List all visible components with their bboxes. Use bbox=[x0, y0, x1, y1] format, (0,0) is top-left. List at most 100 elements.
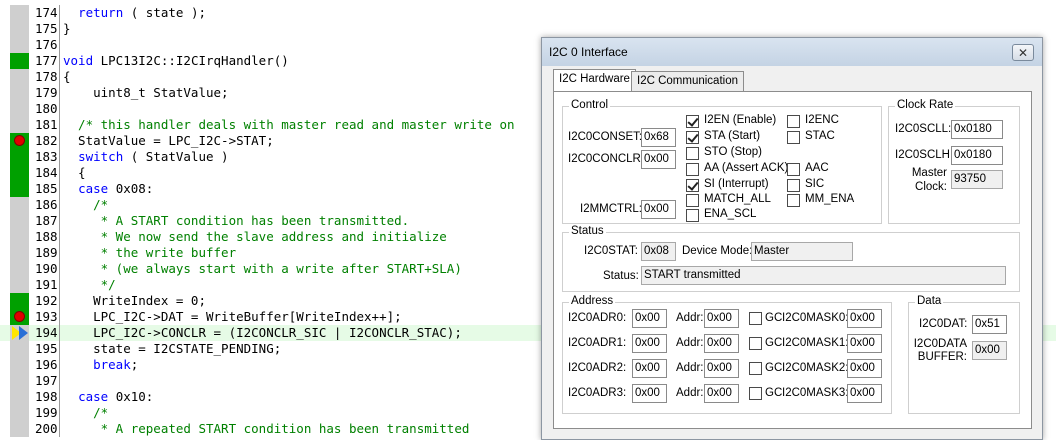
adr2-field[interactable]: 0x00 bbox=[632, 359, 667, 378]
mm-ena-checkbox[interactable] bbox=[787, 194, 800, 207]
sclh-field[interactable]: 0x0180 bbox=[951, 146, 1003, 165]
mask3-field[interactable]: 0x00 bbox=[847, 384, 882, 403]
addr1-field[interactable]: 0x00 bbox=[704, 334, 739, 353]
coverage-gutter[interactable] bbox=[10, 277, 29, 293]
match-all-checkbox[interactable] bbox=[686, 194, 699, 207]
stac-checkbox[interactable] bbox=[787, 131, 800, 144]
sta-checkbox[interactable] bbox=[686, 131, 699, 144]
line-number: 182 bbox=[35, 133, 58, 148]
gc3-checkbox[interactable] bbox=[749, 387, 762, 400]
coverage-gutter[interactable] bbox=[10, 165, 29, 181]
aa-checkbox[interactable] bbox=[686, 163, 699, 176]
coverage-gutter[interactable] bbox=[10, 85, 29, 101]
tab-i2c-hardware[interactable]: I2C Hardware bbox=[553, 69, 636, 91]
dialog-titlebar[interactable]: I2C 0 Interface ✕ bbox=[542, 38, 1042, 66]
clock-rate-group-title: Clock Rate bbox=[895, 99, 956, 111]
coverage-gutter[interactable] bbox=[10, 37, 29, 53]
code-text: */ bbox=[63, 277, 116, 292]
line-number: 194 bbox=[35, 325, 58, 340]
mask1-field[interactable]: 0x00 bbox=[847, 334, 882, 353]
code-text: /* this handler deals with master read a… bbox=[63, 117, 515, 132]
coverage-gutter[interactable] bbox=[10, 149, 29, 165]
addr3-field[interactable]: 0x00 bbox=[704, 384, 739, 403]
status-value: START transmitted bbox=[641, 266, 1006, 285]
coverage-gutter[interactable] bbox=[10, 53, 29, 69]
code-text: state = I2CSTATE_PENDING; bbox=[63, 341, 282, 356]
line-number: 193 bbox=[35, 309, 58, 324]
coverage-gutter[interactable] bbox=[10, 357, 29, 373]
coverage-gutter[interactable] bbox=[10, 181, 29, 197]
adr3-field[interactable]: 0x00 bbox=[632, 384, 667, 403]
coverage-gutter[interactable] bbox=[10, 213, 29, 229]
code-text: /* bbox=[63, 405, 109, 420]
sic-checkbox[interactable] bbox=[787, 179, 800, 192]
master-clock-label-2: Clock: bbox=[915, 181, 947, 193]
sic-label: SIC bbox=[805, 178, 825, 190]
aac-checkbox[interactable] bbox=[787, 163, 800, 176]
addr0-label: Addr: bbox=[676, 312, 704, 324]
coverage-gutter[interactable] bbox=[10, 245, 29, 261]
coverage-gutter[interactable] bbox=[10, 5, 29, 21]
gc2-checkbox[interactable] bbox=[749, 362, 762, 375]
addr2-field[interactable]: 0x00 bbox=[704, 359, 739, 378]
tab-i2c-communication[interactable]: I2C Communication bbox=[631, 71, 744, 91]
line-number: 177 bbox=[35, 53, 58, 68]
coverage-gutter[interactable] bbox=[10, 405, 29, 421]
gc0-checkbox[interactable] bbox=[749, 312, 762, 325]
control-group-title: Control bbox=[569, 99, 611, 111]
code-line[interactable]: 175} bbox=[0, 21, 1056, 37]
coverage-gutter[interactable] bbox=[10, 325, 29, 341]
dat-label: I2C0DAT: bbox=[919, 318, 968, 330]
coverage-gutter[interactable] bbox=[10, 197, 29, 213]
code-text: * (we always start with a write after ST… bbox=[63, 261, 462, 276]
coverage-gutter[interactable] bbox=[10, 373, 29, 389]
coverage-gutter[interactable] bbox=[10, 293, 29, 309]
dat-field[interactable]: 0x51 bbox=[972, 315, 1007, 334]
code-text: return ( state ); bbox=[78, 5, 207, 20]
i2en-checkbox[interactable] bbox=[686, 115, 699, 128]
coverage-gutter[interactable] bbox=[10, 261, 29, 277]
gc1-checkbox[interactable] bbox=[749, 337, 762, 350]
conclr-label: I2C0CONCLR: bbox=[568, 153, 645, 165]
gc1-label: GC bbox=[765, 337, 783, 349]
coverage-gutter[interactable] bbox=[10, 21, 29, 37]
i2enc-checkbox[interactable] bbox=[787, 115, 800, 128]
conset-field[interactable]: 0x68 bbox=[641, 128, 676, 147]
i2en-label: I2EN (Enable) bbox=[704, 114, 777, 126]
si-checkbox[interactable] bbox=[686, 179, 699, 192]
coverage-gutter[interactable] bbox=[10, 421, 29, 437]
coverage-gutter[interactable] bbox=[10, 101, 29, 117]
address-group: Address I2C0ADR0: 0x00 Addr: 0x00 GC I2C… bbox=[562, 295, 892, 414]
mask2-label: I2C0MASK2: bbox=[782, 362, 849, 374]
line-number: 175 bbox=[35, 21, 58, 36]
mmctrl-label: I2MMCTRL: bbox=[580, 203, 642, 215]
line-number: 186 bbox=[35, 197, 58, 212]
mask0-field[interactable]: 0x00 bbox=[847, 309, 882, 328]
breakpoint-icon[interactable] bbox=[14, 135, 25, 146]
mmctrl-field[interactable]: 0x00 bbox=[641, 200, 676, 219]
coverage-gutter[interactable] bbox=[10, 133, 29, 149]
adr0-field[interactable]: 0x00 bbox=[632, 309, 667, 328]
adr1-field[interactable]: 0x00 bbox=[632, 334, 667, 353]
sclh-label: I2C0SCLH: bbox=[895, 149, 954, 161]
line-number: 178 bbox=[35, 69, 58, 84]
addr0-field[interactable]: 0x00 bbox=[704, 309, 739, 328]
breakpoint-icon[interactable] bbox=[14, 311, 25, 322]
coverage-gutter[interactable] bbox=[10, 341, 29, 357]
scll-field[interactable]: 0x0180 bbox=[951, 120, 1003, 139]
coverage-gutter[interactable] bbox=[10, 309, 29, 325]
sto-checkbox[interactable] bbox=[686, 147, 699, 160]
close-button[interactable]: ✕ bbox=[1012, 44, 1034, 61]
coverage-gutter[interactable] bbox=[10, 117, 29, 133]
mask2-field[interactable]: 0x00 bbox=[847, 359, 882, 378]
coverage-gutter[interactable] bbox=[10, 389, 29, 405]
conclr-field[interactable]: 0x00 bbox=[641, 150, 676, 169]
line-number: 190 bbox=[35, 261, 58, 276]
ena-scl-checkbox[interactable] bbox=[686, 209, 699, 222]
coverage-gutter[interactable] bbox=[10, 229, 29, 245]
code-line[interactable]: 174 return ( state ); bbox=[0, 5, 1056, 21]
code-text: StatValue = LPC_I2C->STAT; bbox=[63, 133, 274, 148]
master-clock-label-1: Master bbox=[911, 167, 947, 179]
addr3-label: Addr: bbox=[676, 387, 704, 399]
coverage-gutter[interactable] bbox=[10, 69, 29, 85]
